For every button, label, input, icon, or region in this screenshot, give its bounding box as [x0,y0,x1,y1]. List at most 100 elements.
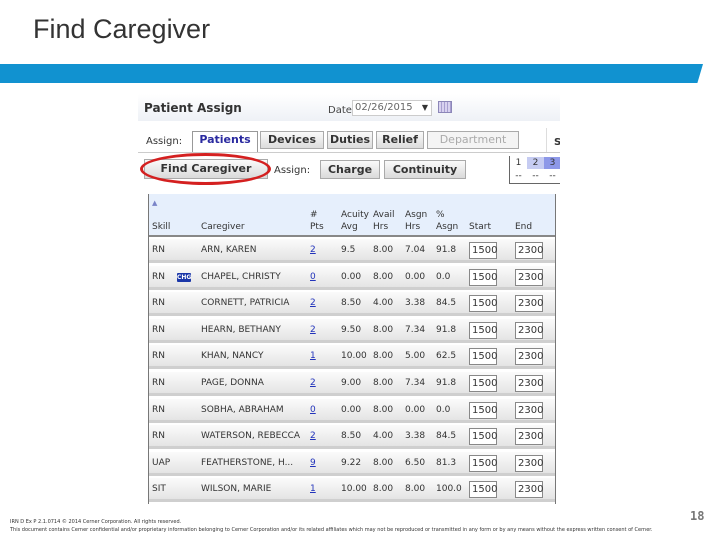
calendar-icon[interactable] [438,101,452,113]
shift-number[interactable]: 2 [527,157,544,169]
page-number: 18 [690,509,705,523]
cell-skill: SIT [152,484,166,495]
shift-number[interactable]: 3 [544,157,560,169]
cell-pts-link[interactable]: 0 [310,405,316,415]
cell-avail-hrs: 8.00 [373,351,394,362]
table-row[interactable]: RN KHAN, NANCY 1 10.00 8.00 5.00 62.5 1500 2300 [149,345,555,370]
end-time-input[interactable]: 2300 [515,454,543,472]
cell-pts-link[interactable]: 9 [310,458,316,468]
cell-pts-link[interactable]: 2 [310,245,316,255]
cell-acuity: 10.00 [341,484,367,495]
cell-pts-link[interactable]: 2 [310,378,316,388]
end-time-input[interactable]: 2300 [515,481,543,499]
header-pct-1: % [436,210,445,220]
end-time-input[interactable]: 2300 [515,295,543,313]
cell-avail-hrs: 8.00 [373,378,394,388]
end-time-input[interactable]: 2300 [515,375,543,392]
cell-pts-link[interactable]: 2 [310,325,316,335]
assign-tabs-row: Assign: Patients Devices Duties Relief D… [138,128,560,152]
table-row[interactable]: RN CORNETT, PATRICIA 2 8.50 4.00 3.38 84.5 1500… [149,292,555,317]
truncated-label: S [554,137,560,148]
start-time-input[interactable]: 1500 [469,268,497,286]
find-caregiver-button[interactable]: Find Caregiver [144,159,268,179]
header-acuity-2[interactable]: Avg [341,222,358,233]
header-end[interactable]: End [515,222,532,233]
tab-relief[interactable]: Relief [376,131,424,149]
start-time-input[interactable]: 1500 [469,454,497,472]
header-acuity-1: Acuity [341,210,370,220]
cell-asgn-hrs: 6.50 [405,457,426,468]
cell-asgn-hrs: 8.00 [405,484,426,495]
start-time-input[interactable]: 1500 [469,242,497,259]
cell-pts-link[interactable]: 2 [310,431,316,441]
start-time-input[interactable]: 1500 [469,375,497,392]
start-time-input[interactable]: 1500 [469,295,497,313]
sort-asc-icon[interactable]: ▲ [152,199,157,207]
cell-acuity: 0.00 [341,404,362,415]
cell-pct-asgn: 0.0 [436,271,451,282]
header-start[interactable]: Start [469,222,491,233]
end-time-input[interactable]: 2300 [515,348,543,366]
cell-avail-hrs: 8.00 [373,324,394,335]
header-caregiver[interactable]: Caregiver [201,222,245,233]
header-skill[interactable]: Skill [152,222,170,233]
continuity-button[interactable]: Continuity [384,160,466,179]
header-pts-2[interactable]: Pts [310,222,324,233]
header-pct-2[interactable]: Asgn [436,222,458,233]
patient-assign-screenshot: Patient Assign Date: 02/26/2015 ▼ Assign… [138,94,560,504]
cell-caregiver: CORNETT, PATRICIA [201,298,290,309]
charge-button[interactable]: Charge [320,160,380,179]
header-avail-2[interactable]: Hrs [373,222,388,233]
tab-devices[interactable]: Devices [260,131,324,149]
end-time-input[interactable]: 2300 [515,401,543,419]
cell-acuity: 9.5 [341,245,356,255]
cell-asgn-hrs: 3.38 [405,431,426,442]
start-time-input[interactable]: 1500 [469,401,497,419]
find-caregiver-row: Find Caregiver Assign: Charge Continuity… [138,153,560,185]
tab-duties[interactable]: Duties [327,131,373,149]
table-header: ▲ Skill Caregiver # Pts Acuity Avg Avail… [149,194,555,237]
chevron-down-icon[interactable]: ▼ [422,101,428,115]
cell-acuity: 9.50 [341,324,362,335]
table-row[interactable]: RN CHAPEL, CHRISTY 0 0.00 8.00 0.00 0.0 CHG 1500… [149,265,555,290]
table-row[interactable]: RN HEARN, BETHANY 2 9.50 8.00 7.34 91.8 1500 230… [149,318,555,343]
tab-patients[interactable]: Patients [192,131,258,152]
cell-pts-link[interactable]: 1 [310,484,316,494]
cell-asgn-hrs: 7.34 [405,324,426,335]
start-time-input[interactable]: 1500 [469,348,497,366]
end-time-input[interactable]: 2300 [515,321,543,339]
table-row[interactable]: RN ARN, KAREN 2 9.5 8.00 7.04 91.8 1500 2300 [149,239,555,263]
cell-acuity: 9.22 [341,457,362,468]
start-time-input[interactable]: 1500 [469,481,497,499]
table-row[interactable]: RN PAGE, DONNA 2 9.00 8.00 7.34 91.8 1500 2300 [149,372,555,396]
cell-pts-link[interactable]: 2 [310,298,316,308]
cell-asgn-hrs: 5.00 [405,351,426,362]
cell-pct-asgn: 100.0 [436,484,462,495]
end-time-input[interactable]: 2300 [515,242,543,259]
header-asgn-2[interactable]: Hrs [405,222,420,233]
date-field[interactable]: 02/26/2015 ▼ [352,100,432,116]
cell-acuity: 9.00 [341,378,362,388]
table-row[interactable]: RN SOBHA, ABRAHAM 0 0.00 8.00 0.00 0.0 1500 2300 [149,398,555,423]
divider [546,128,547,152]
table-row[interactable]: RN WATERSON, REBECCA 2 8.50 4.00 3.38 84.5 1500… [149,425,555,450]
shift-number[interactable]: 1 [510,157,527,169]
tab-department: Department [427,131,519,149]
cell-avail-hrs: 8.00 [373,484,394,495]
cell-pts-link[interactable]: 1 [310,351,316,361]
end-time-input[interactable]: 2300 [515,268,543,286]
cell-pts-link[interactable]: 0 [310,272,316,282]
cell-acuity: 8.50 [341,431,362,442]
cell-caregiver: PAGE, DONNA [201,378,264,388]
header-avail-1: Avail [373,210,395,220]
start-time-input[interactable]: 1500 [469,428,497,446]
end-time-input[interactable]: 2300 [515,428,543,446]
cell-avail-hrs: 4.00 [373,298,394,309]
cell-pct-asgn: 91.8 [436,245,457,255]
assign-label: Assign: [146,136,183,147]
cell-avail-hrs: 4.00 [373,431,394,442]
table-row[interactable]: UAP FEATHERSTONE, H... 9 9.22 8.00 6.50 81.3 15… [149,451,555,476]
start-time-input[interactable]: 1500 [469,321,497,339]
table-row[interactable]: SIT WILSON, MARIE 1 10.00 8.00 8.00 100.0 1500 2… [149,478,555,503]
slide: Find Caregiver Patient Assign Date: 02/2… [0,0,720,540]
